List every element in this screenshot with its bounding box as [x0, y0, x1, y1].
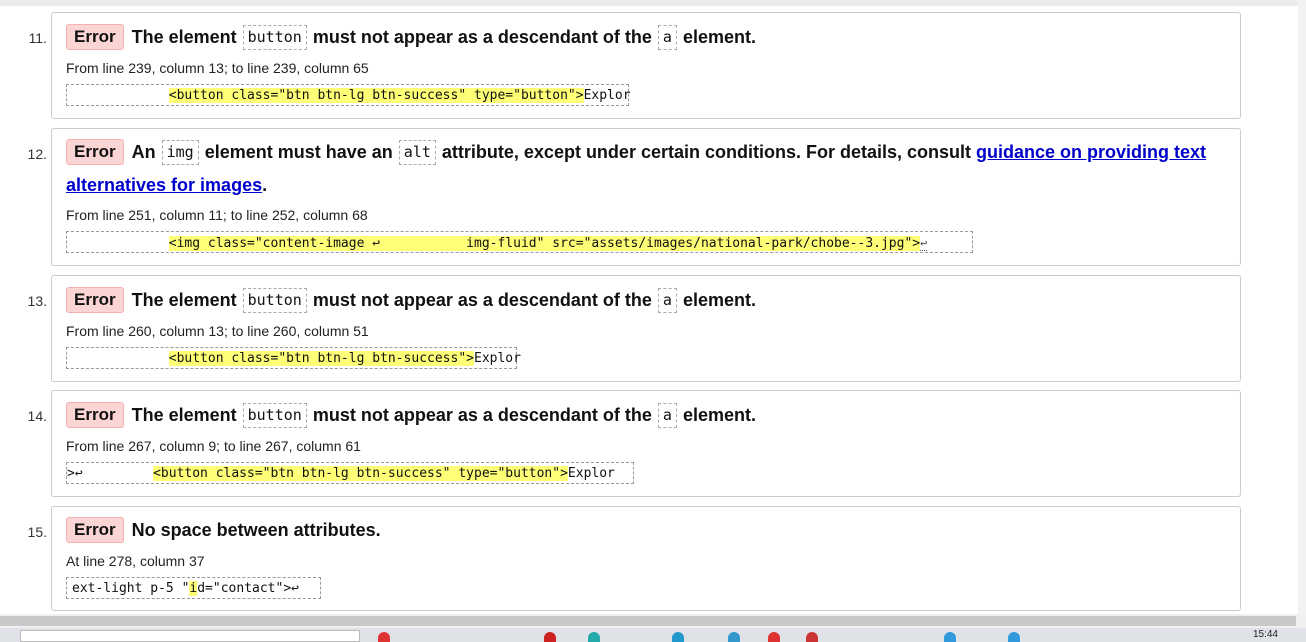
top-edge [0, 0, 1306, 6]
app-icon[interactable] [944, 632, 956, 642]
error-location: From line 239, column 13; to line 239, c… [66, 60, 369, 76]
code-extract: ext-light p-5 "id="contact">↩ [66, 577, 321, 599]
error-box: Error No space between attributes. At lin… [51, 506, 1241, 611]
error-message: Error No space between attributes. [66, 514, 1232, 547]
taskbar: 15:44 [0, 628, 1306, 642]
code-token: a [657, 403, 677, 428]
taskbar-search-box[interactable] [20, 630, 360, 642]
extract-highlight: <button class="btn btn-lg btn-success" t… [168, 88, 584, 103]
error-box: Error The element button must not appear … [51, 390, 1241, 497]
extract-highlight: <img class="content-image ↩ img-fluid" s… [168, 236, 921, 251]
code-token: button [242, 25, 307, 50]
extract-suffix: Explor [583, 88, 631, 103]
code-token: a [657, 25, 677, 50]
extract-suffix: Explor [474, 351, 521, 366]
message-text: element must have an [204, 142, 393, 162]
error-location: From line 251, column 11; to line 252, c… [66, 207, 368, 223]
app-icon[interactable] [728, 632, 740, 642]
app-icon[interactable] [588, 632, 600, 642]
error-location: From line 267, column 9; to line 267, co… [66, 438, 361, 454]
app-icon[interactable] [806, 632, 818, 642]
extract-highlight: <button class="btn btn-lg btn-success"> [168, 351, 474, 366]
message-text: An [131, 142, 156, 162]
extract-suffix: d="contact">↩ [197, 581, 299, 596]
error-badge: Error [66, 517, 124, 543]
error-message: Error The element button must not appear … [66, 284, 1232, 317]
code-token: img [161, 140, 199, 165]
extract-suffix: ↩ [920, 236, 928, 251]
vertical-scrollbar[interactable] [1298, 0, 1306, 614]
error-number: 12. [27, 146, 47, 162]
code-token: alt [398, 140, 436, 165]
error-badge: Error [66, 24, 124, 50]
extract-prefix [67, 351, 169, 366]
message-text: must not appear as a descendant of the [312, 290, 652, 310]
code-extract: <button class="btn btn-lg btn-success">E… [66, 347, 521, 369]
message-text: The element [131, 290, 237, 310]
error-box: Error The element button must not appear … [51, 12, 1241, 119]
code-extract: <img class="content-image ↩ img-fluid" s… [66, 231, 973, 253]
message-text: attribute, except under certain conditio… [441, 142, 971, 162]
message-text: element. [682, 290, 756, 310]
code-extract: >↩ <button class="btn btn-lg btn-success… [66, 462, 634, 484]
error-badge: Error [66, 139, 124, 165]
app-icon[interactable] [544, 632, 556, 642]
error-number: 11. [28, 30, 47, 46]
message-text: element. [682, 405, 756, 425]
extract-prefix: ext-light p-5 " [72, 581, 190, 596]
extract-prefix [67, 88, 169, 103]
message-text: element. [682, 27, 756, 47]
scrollbar-thumb[interactable] [0, 616, 1296, 626]
code-token: a [657, 288, 677, 313]
code-extract: <button class="btn btn-lg btn-success" t… [66, 84, 631, 106]
extract-suffix: Explor [567, 466, 615, 481]
error-badge: Error [66, 402, 124, 428]
error-box: Error The element button must not appear … [51, 275, 1241, 382]
extract-prefix [67, 236, 169, 251]
message-text: . [262, 175, 268, 195]
message-text: The element [131, 405, 237, 425]
error-message: Error The element button must not appear … [66, 21, 1232, 54]
app-icon[interactable] [1008, 632, 1020, 642]
error-number: 15. [27, 524, 47, 540]
error-message: Error An img element must have an alt att… [66, 136, 1232, 202]
code-token: button [242, 403, 307, 428]
message-text: The element [131, 27, 237, 47]
app-icon[interactable] [768, 632, 780, 642]
message-text: must not appear as a descendant of the [312, 405, 652, 425]
horizontal-scrollbar[interactable] [0, 614, 1306, 628]
error-location: At line 278, column 37 [66, 553, 205, 569]
message-text: must not appear as a descendant of the [312, 27, 652, 47]
code-token: button [242, 288, 307, 313]
error-box: Error An img element must have an alt att… [51, 128, 1241, 266]
extract-highlight: <button class="btn btn-lg btn-success" t… [153, 466, 568, 481]
taskbar-clock: 15:44 [1252, 629, 1278, 640]
error-number: 13. [27, 293, 47, 309]
message-text: No space between attributes. [131, 520, 381, 540]
error-badge: Error [66, 287, 124, 313]
app-icon[interactable] [672, 632, 684, 642]
error-message: Error The element button must not appear … [66, 399, 1232, 432]
app-icon[interactable] [378, 632, 390, 642]
error-number: 14. [27, 408, 47, 424]
error-location: From line 260, column 13; to line 260, c… [66, 323, 369, 339]
extract-prefix: >↩ [67, 466, 154, 481]
